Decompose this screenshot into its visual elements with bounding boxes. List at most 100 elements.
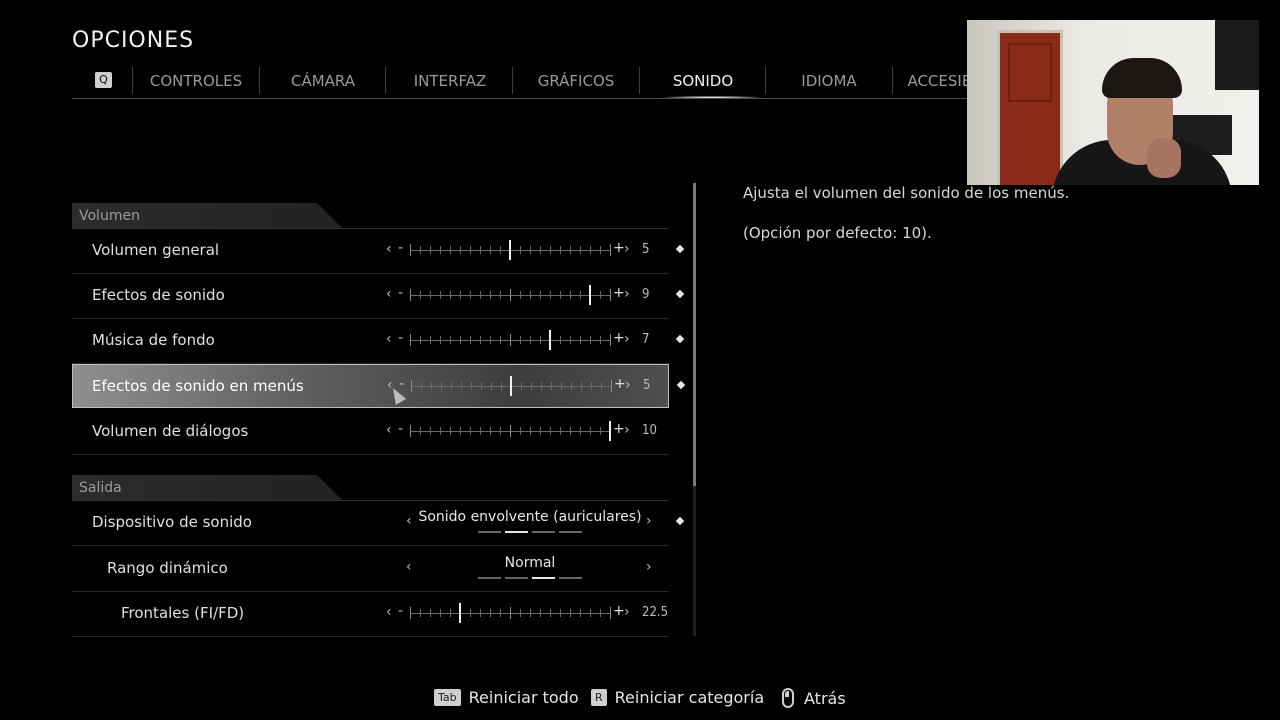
slider-tick [430, 291, 431, 299]
chevron-right-icon[interactable]: › [624, 331, 630, 347]
slider-tick [590, 246, 591, 254]
tab-camara[interactable]: CÁMARA [263, 72, 383, 90]
setting-label: Música de fondo [92, 331, 215, 349]
slider-handle[interactable] [509, 240, 511, 260]
chevron-right-icon[interactable]: › [624, 286, 630, 302]
slider-tick [500, 427, 501, 435]
chevron-left-icon[interactable]: ‹ [386, 286, 392, 302]
tab-controles[interactable]: CONTROLES [136, 72, 256, 90]
reset-category-button[interactable]: R Reiniciar categoría [591, 688, 764, 707]
prev-tab-key-hint[interactable]: Q [95, 72, 112, 88]
slider-tick [560, 427, 561, 435]
slider-tick [521, 382, 522, 390]
setting-row-musica-de-fondo[interactable]: Música de fondo ‹ - + › 7 [72, 319, 685, 364]
chevron-right-icon[interactable]: › [624, 604, 630, 620]
setting-row-dispositivo-sonido[interactable]: Dispositivo de sonido ‹ Sonido envolvent… [72, 501, 685, 546]
slider-track[interactable] [410, 421, 611, 441]
modified-diamond-icon [675, 516, 685, 526]
chevron-right-icon[interactable]: › [646, 513, 652, 529]
tab-sonido[interactable]: SONIDO [643, 72, 763, 90]
slider-tick [420, 291, 421, 299]
active-tab-indicator [662, 96, 762, 98]
slider-track[interactable] [410, 240, 611, 260]
slider-handle[interactable] [609, 421, 611, 441]
reset-all-button[interactable]: Tab Reiniciar todo [434, 688, 579, 707]
plus-icon: + [613, 330, 625, 346]
slider-tick [600, 609, 601, 617]
slider-tick [600, 336, 601, 344]
slider-tick [500, 291, 501, 299]
volume-slider[interactable]: ‹ - + › 22.5 [386, 592, 668, 636]
slider-tick [580, 291, 581, 299]
minus-icon: - [398, 240, 404, 256]
tab-interfaz[interactable]: INTERFAZ [390, 72, 510, 90]
slider-tick [590, 609, 591, 617]
slider-value: 7 [642, 332, 650, 347]
chevron-right-icon[interactable]: › [646, 559, 652, 575]
scrollbar-thumb[interactable] [693, 183, 696, 486]
volume-slider[interactable]: ‹ - + › 7 [386, 319, 649, 363]
slider-tick [581, 382, 582, 390]
slider-handle[interactable] [459, 603, 461, 623]
slider-tick [480, 246, 481, 254]
slider-tick [480, 609, 481, 617]
chevron-right-icon[interactable]: › [625, 377, 631, 393]
plus-icon: + [614, 376, 626, 392]
slider-tick [520, 336, 521, 344]
slider-tick [570, 291, 571, 299]
slider-tick [510, 334, 511, 346]
slider-tick [561, 382, 562, 390]
slider-tick [510, 289, 511, 301]
tab-graficos[interactable]: GRÁFICOS [516, 72, 636, 90]
slider-tick [411, 380, 412, 392]
volume-slider[interactable]: ‹ - + › 10 [386, 410, 657, 454]
setting-row-rango-dinamico[interactable]: Rango dinámico ‹ Normal › [72, 547, 669, 592]
slider-tick [551, 382, 552, 390]
device-selector[interactable]: ‹ Sonido envolvente (auriculares) › [402, 501, 658, 545]
dynamic-range-selector[interactable]: ‹ Normal › [402, 547, 658, 591]
chevron-left-icon[interactable]: ‹ [386, 331, 392, 347]
chevron-right-icon[interactable]: › [624, 241, 630, 257]
setting-label: Dispositivo de sonido [92, 513, 252, 531]
tab-idioma[interactable]: IDIOMA [769, 72, 889, 90]
slider-handle[interactable] [510, 376, 512, 396]
setting-row-frontales[interactable]: Frontales (FI/FD) ‹ - + › 22.5 [72, 592, 669, 637]
chevron-left-icon[interactable]: ‹ [386, 604, 392, 620]
slider-tick [510, 607, 511, 619]
option-dot [478, 577, 501, 579]
slider-tick [520, 246, 521, 254]
setting-row-efectos-de-sonido[interactable]: Efectos de sonido ‹ - + › 9 [72, 274, 685, 319]
chevron-right-icon[interactable]: › [624, 422, 630, 438]
slider-tick [570, 609, 571, 617]
settings-scrollbar[interactable] [693, 183, 696, 636]
slider-track[interactable] [410, 330, 611, 350]
slider-tick [530, 336, 531, 344]
slider-handle[interactable] [589, 285, 591, 305]
slider-tick [611, 380, 612, 392]
chevron-left-icon[interactable]: ‹ [386, 422, 392, 438]
setting-row-volumen-dialogos[interactable]: Volumen de diálogos ‹ - + › 10 [72, 410, 669, 455]
slider-tick [520, 291, 521, 299]
option-dot [532, 577, 555, 579]
volume-slider[interactable]: ‹ - + › 5 [386, 229, 649, 273]
tab-accesibilidad[interactable]: ACCESIBI [882, 72, 967, 90]
page-title: OPCIONES [72, 28, 195, 53]
back-button[interactable]: Atrás [782, 688, 846, 708]
setting-label: Efectos de sonido [92, 286, 225, 304]
slider-track[interactable] [410, 603, 611, 623]
volume-slider[interactable]: ‹ - + › 9 [386, 274, 649, 318]
slider-track[interactable] [410, 285, 611, 305]
mouse-right-click-icon [782, 688, 794, 708]
chevron-left-icon[interactable]: ‹ [386, 241, 392, 257]
slider-tick [530, 427, 531, 435]
back-label: Atrás [804, 689, 846, 708]
slider-tick [421, 382, 422, 390]
slider-handle[interactable] [549, 330, 551, 350]
slider-tick [460, 336, 461, 344]
slider-tick [491, 382, 492, 390]
slider-track[interactable] [411, 376, 612, 396]
tab-separator [259, 67, 260, 94]
setting-row-volumen-general[interactable]: Volumen general ‹ - + › 5 [72, 229, 685, 274]
setting-row-efectos-menus[interactable]: Efectos de sonido en menús ‹ - + › 5 [72, 364, 686, 409]
volume-slider[interactable]: ‹ - + › 5 [387, 365, 650, 409]
